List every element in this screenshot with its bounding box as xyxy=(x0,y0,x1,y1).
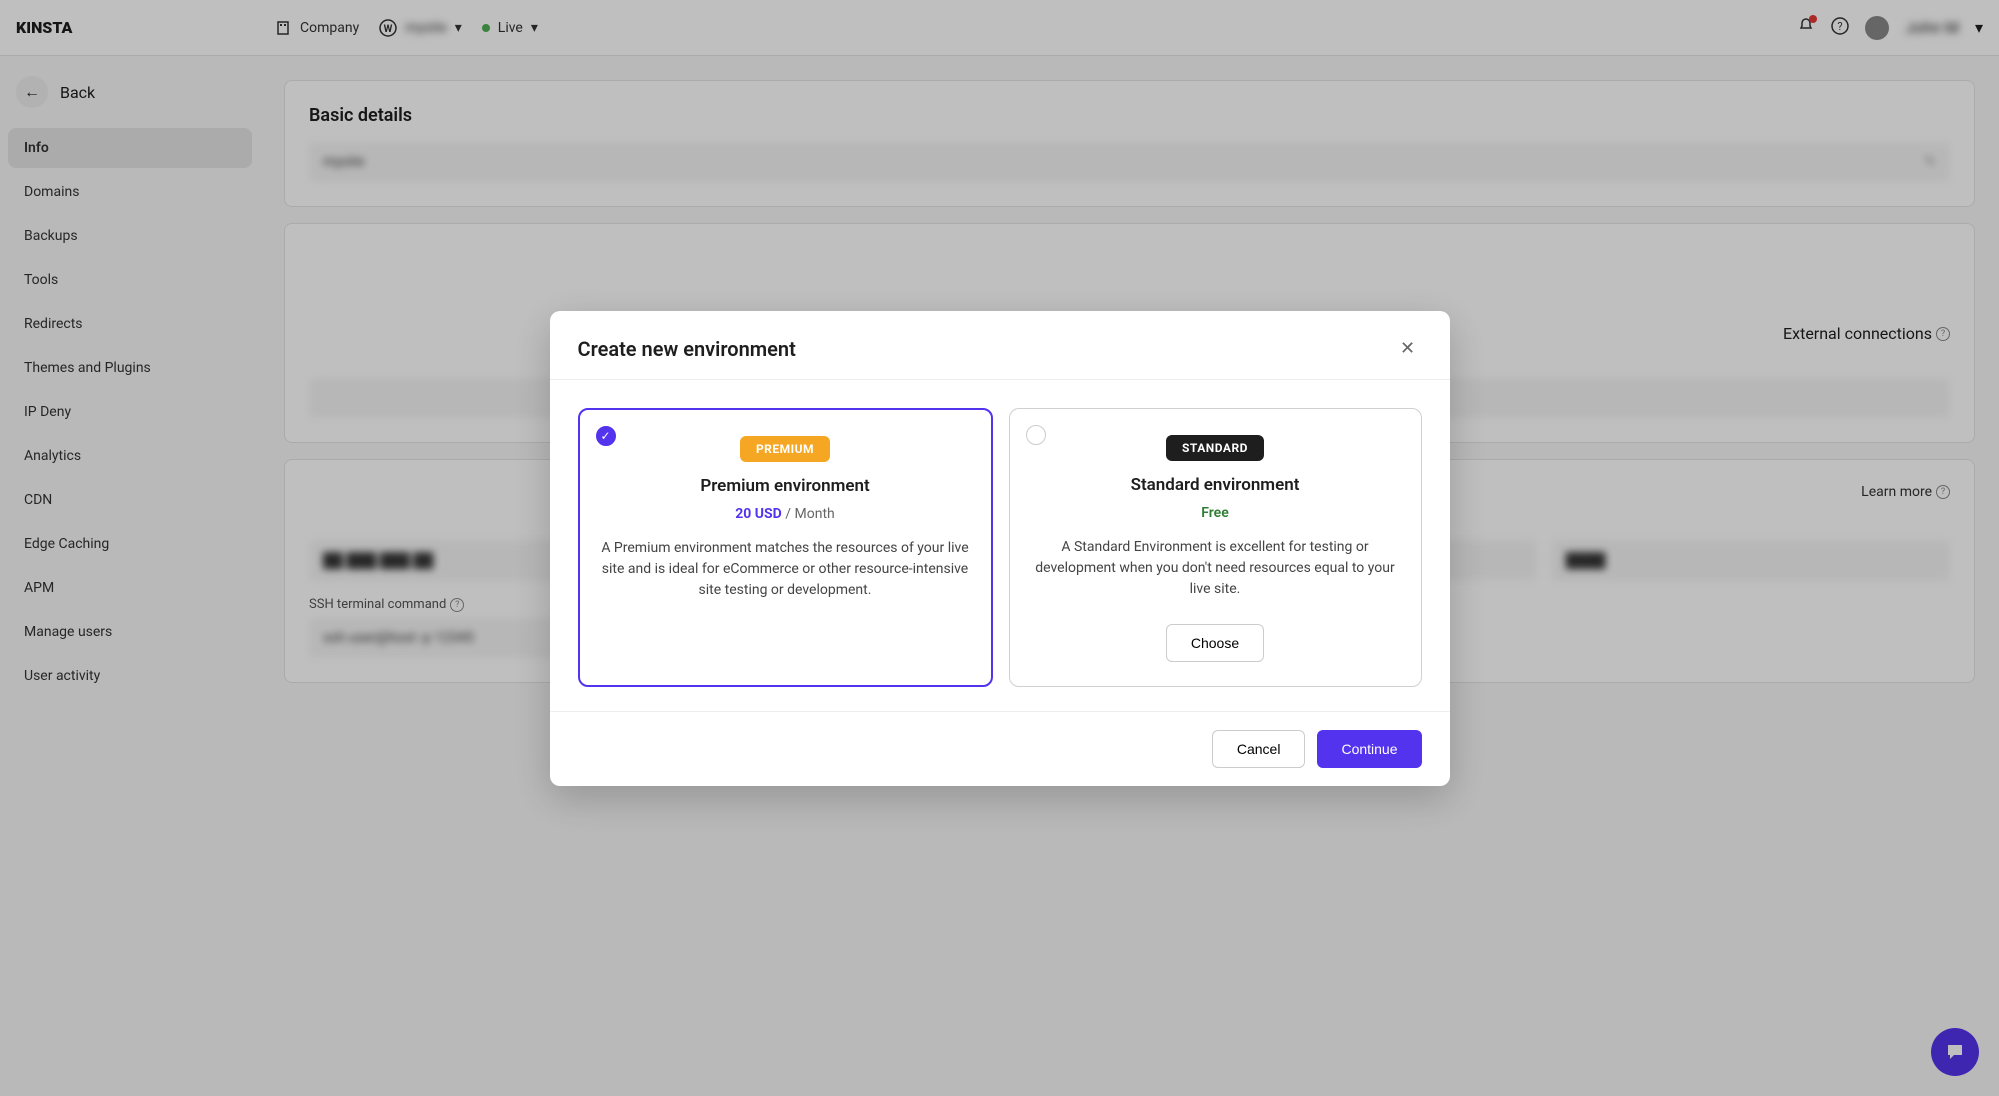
premium-badge: PREMIUM xyxy=(740,436,830,462)
standard-price: Free xyxy=(1201,505,1229,521)
modal-overlay: Create new environment ✕ ✓ PREMIUM Premi… xyxy=(0,0,1999,1096)
choose-button[interactable]: Choose xyxy=(1166,624,1264,662)
create-environment-modal: Create new environment ✕ ✓ PREMIUM Premi… xyxy=(550,311,1450,786)
radio-checked-icon: ✓ xyxy=(596,426,616,446)
cancel-button[interactable]: Cancel xyxy=(1212,730,1306,768)
standard-description: A Standard Environment is excellent for … xyxy=(1030,537,1401,600)
standard-title: Standard environment xyxy=(1131,475,1300,495)
modal-title: Create new environment xyxy=(578,337,796,361)
standard-option-card[interactable]: STANDARD Standard environment Free A Sta… xyxy=(1009,408,1422,687)
premium-price: 20 USD / Month xyxy=(735,506,834,522)
modal-header: Create new environment ✕ xyxy=(550,311,1450,379)
continue-button[interactable]: Continue xyxy=(1317,730,1421,768)
premium-option-card[interactable]: ✓ PREMIUM Premium environment 20 USD / M… xyxy=(578,408,993,687)
radio-unchecked-icon xyxy=(1026,425,1046,445)
close-icon: ✕ xyxy=(1400,338,1415,359)
environment-options: ✓ PREMIUM Premium environment 20 USD / M… xyxy=(578,408,1422,687)
premium-title: Premium environment xyxy=(700,476,869,496)
modal-body: ✓ PREMIUM Premium environment 20 USD / M… xyxy=(550,379,1450,711)
standard-badge: STANDARD xyxy=(1166,435,1264,461)
close-button[interactable]: ✕ xyxy=(1394,335,1422,363)
premium-description: A Premium environment matches the resour… xyxy=(600,538,971,601)
modal-footer: Cancel Continue xyxy=(550,711,1450,786)
